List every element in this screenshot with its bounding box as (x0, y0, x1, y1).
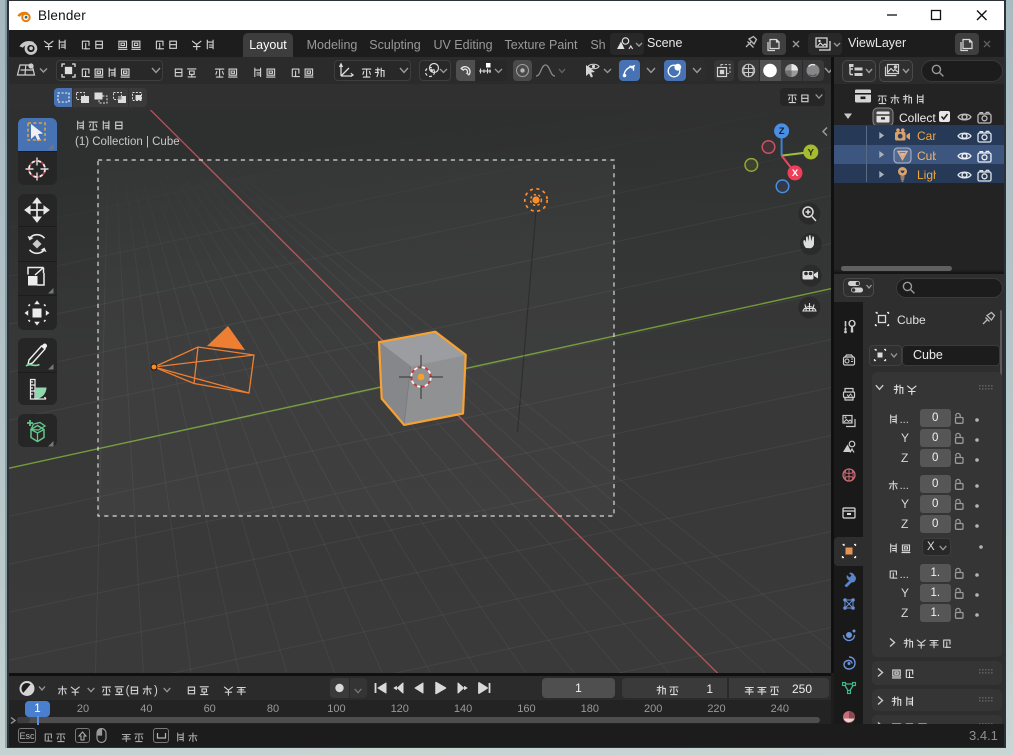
svg-text:Z: Z (779, 126, 785, 137)
svg-text:Y: Y (808, 147, 815, 158)
svg-text:X: X (792, 168, 799, 179)
